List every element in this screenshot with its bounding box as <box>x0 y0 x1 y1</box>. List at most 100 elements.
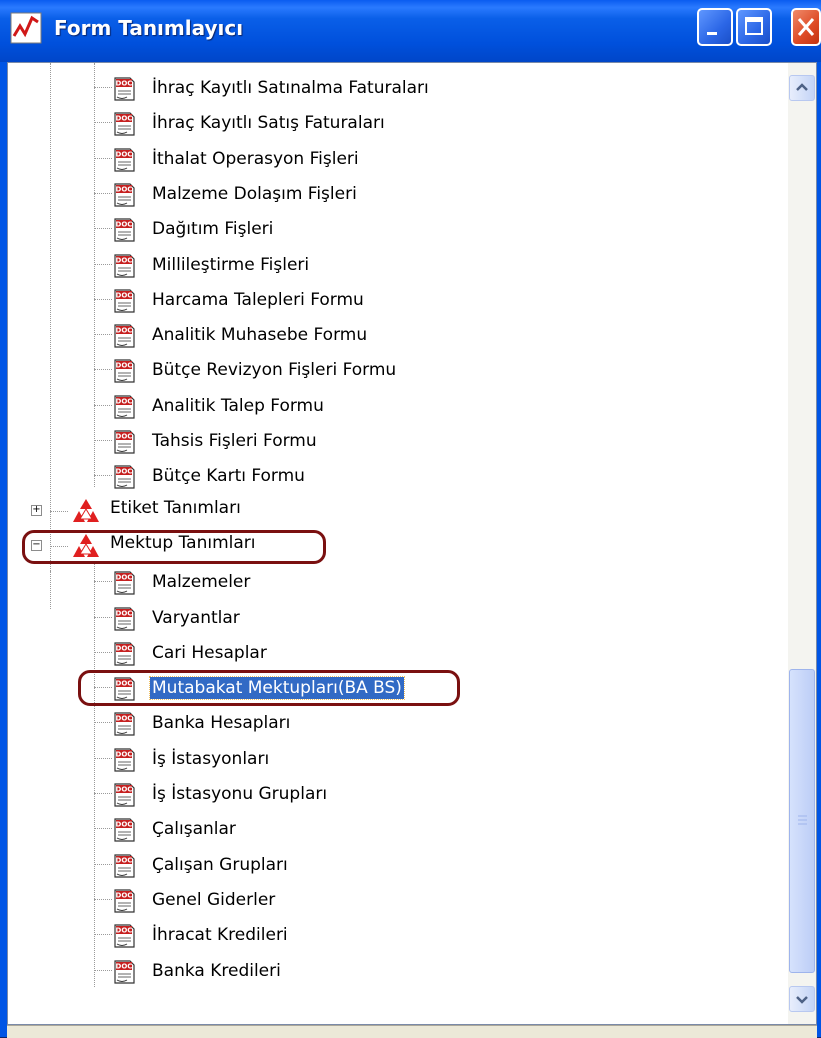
svg-text:DOC: DOC <box>116 115 133 123</box>
chart-line-icon <box>10 12 42 44</box>
document-icon: DOC <box>114 465 135 489</box>
tree-item[interactable]: DOC İş İstasyonları <box>8 744 788 774</box>
minimize-icon <box>707 32 717 35</box>
document-icon: DOC <box>114 853 135 878</box>
tree-item[interactable]: DOC Millileştirme Fişleri <box>8 250 788 280</box>
tree-item-label: Cari Hesaplar <box>152 642 267 663</box>
tree-item[interactable]: DOC Banka Kredileri <box>8 956 788 986</box>
document-icon: DOC <box>114 395 135 419</box>
tree-item-label: İhracat Kredileri <box>152 925 288 946</box>
close-icon <box>797 18 815 36</box>
tree-item-label: Genel Giderler <box>152 889 276 910</box>
form-tree: DOC İhraç Kayıtlı Satınalma Faturaları DOC… <box>8 63 788 1024</box>
maximize-icon <box>745 17 763 35</box>
document-icon: DOC <box>114 289 135 313</box>
document-icon: DOC <box>114 77 135 101</box>
tree-item[interactable]: DOC Cari Hesaplar <box>8 638 788 668</box>
document-icon: DOC <box>114 959 135 984</box>
document-icon: DOC <box>114 748 135 772</box>
tree-folder-etiket[interactable]: + Etiket Tanımları <box>8 497 788 527</box>
svg-text:DOC: DOC <box>116 750 133 758</box>
svg-text:DOC: DOC <box>116 291 133 299</box>
tree-item-label: İhraç Kayıtlı Satış Faturaları <box>152 113 385 134</box>
tree-item[interactable]: DOC Malzemeler <box>8 567 788 597</box>
expand-toggle[interactable]: + <box>31 504 42 516</box>
tree-item[interactable]: DOC Çalışan Grupları <box>8 850 788 880</box>
document-icon: DOC <box>114 253 135 278</box>
window-title: Form Tanımlayıcı <box>54 16 244 40</box>
scroll-thumb[interactable] <box>789 669 815 973</box>
tree-item[interactable]: DOC Varyantlar <box>8 603 788 633</box>
svg-text:DOC: DOC <box>116 821 133 829</box>
tree-item[interactable]: DOC Malzeme Dolaşım Fişleri <box>8 179 788 209</box>
document-icon: DOC <box>114 783 135 807</box>
vertical-scrollbar[interactable] <box>788 63 816 1024</box>
tree-item[interactable]: DOC İhracat Kredileri <box>8 920 788 950</box>
tree-item-label: Banka Kredileri <box>152 960 281 981</box>
tree-item[interactable]: DOC Analitik Muhasebe Formu <box>8 320 788 350</box>
tree-panel: DOC İhraç Kayıtlı Satınalma Faturaları DOC… <box>7 62 817 1025</box>
tree-item[interactable]: DOC İhraç Kayıtlı Satınalma Faturaları <box>8 73 788 103</box>
svg-text:DOC: DOC <box>116 715 133 723</box>
svg-text:DOC: DOC <box>116 327 133 335</box>
tree-item-label: Analitik Talep Formu <box>152 395 324 416</box>
grip-icon <box>798 815 807 825</box>
tree-item-label: Malzeme Dolaşım Fişleri <box>152 183 357 204</box>
scroll-down-button[interactable] <box>789 986 815 1012</box>
tree-item-label: Varyantlar <box>152 607 240 628</box>
title-bar[interactable]: Form Tanımlayıcı <box>0 0 821 62</box>
tree-item[interactable]: DOC İş İstasyonu Grupları <box>8 779 788 809</box>
tree-item-label: Bütçe Revizyon Fişleri Formu <box>152 360 397 381</box>
svg-text:DOC: DOC <box>116 856 133 864</box>
tree-item[interactable]: DOC Banka Hesapları <box>8 708 788 738</box>
folder-label: Etiket Tanımları <box>110 497 241 518</box>
svg-text:DOC: DOC <box>116 256 133 264</box>
tree-item-label: Çalışan Grupları <box>152 854 288 875</box>
tree-item[interactable]: DOC Harcama Talepleri Formu <box>8 285 788 315</box>
tree-item[interactable]: DOC Bütçe Revizyon Fişleri Formu <box>8 355 788 385</box>
tree-item[interactable]: DOC İthalat Operasyon Fişleri <box>8 144 788 174</box>
tree-item[interactable]: DOC Genel Giderler <box>8 885 788 915</box>
tree-item-label: İş İstasyonları <box>152 748 270 769</box>
form-window: Form Tanımlayıcı DOC İhraç Kayıtlı Satın… <box>0 0 821 1038</box>
svg-text:DOC: DOC <box>116 433 133 441</box>
tree-item-label: Banka Hesapları <box>152 713 291 734</box>
tree-item-label: Analitik Muhasebe Formu <box>152 325 368 346</box>
document-icon: DOC <box>114 218 135 242</box>
document-icon: DOC <box>114 571 135 595</box>
minimize-button[interactable] <box>697 8 733 46</box>
svg-text:DOC: DOC <box>116 468 133 476</box>
tree-item[interactable]: DOC Tahsis Fişleri Formu <box>8 426 788 456</box>
document-icon: DOC <box>114 359 135 383</box>
document-icon: DOC <box>114 430 135 454</box>
tree-item-label: Harcama Talepleri Formu <box>152 289 364 310</box>
tree-item-label: İthalat Operasyon Fişleri <box>152 148 359 169</box>
highlight-ring-folder <box>22 529 326 564</box>
status-bar <box>7 1025 817 1038</box>
tree-item-label: Tahsis Fişleri Formu <box>152 431 317 451</box>
svg-text:DOC: DOC <box>116 185 133 193</box>
tree-item-label: Malzemeler <box>152 572 251 593</box>
document-icon: DOC <box>114 818 135 842</box>
tree-item[interactable]: DOC Çalışanlar <box>8 814 788 844</box>
tree-item[interactable]: DOC Dağıtım Fişleri <box>8 214 788 244</box>
tree-item-label: Çalışanlar <box>152 819 236 840</box>
tree-item[interactable]: DOC İhraç Kayıtlı Satış Faturaları <box>8 108 788 138</box>
tree-item[interactable]: DOC Analitik Talep Formu <box>8 391 788 421</box>
svg-text:DOC: DOC <box>116 362 133 370</box>
tree-item[interactable]: DOC Bütçe Kartı Formu <box>8 461 788 491</box>
close-button[interactable] <box>791 8 821 46</box>
svg-text:DOC: DOC <box>116 397 133 405</box>
svg-text:DOC: DOC <box>116 574 133 582</box>
scroll-up-button[interactable] <box>789 75 815 101</box>
highlight-ring-selected <box>78 670 460 707</box>
svg-text:DOC: DOC <box>116 786 133 794</box>
maximize-button[interactable] <box>736 8 772 46</box>
document-icon: DOC <box>114 924 135 948</box>
document-icon: DOC <box>114 112 135 136</box>
svg-text:DOC: DOC <box>116 927 133 935</box>
svg-text:DOC: DOC <box>116 150 133 158</box>
svg-text:DOC: DOC <box>116 891 133 899</box>
tree-guide-root <box>50 63 51 571</box>
svg-text:DOC: DOC <box>116 80 133 88</box>
